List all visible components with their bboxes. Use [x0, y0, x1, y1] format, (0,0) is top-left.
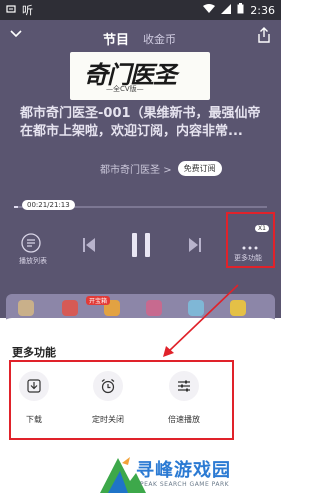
notification-icon	[6, 4, 16, 17]
next-icon	[189, 238, 201, 252]
watermark-text: 寻峰游戏园	[136, 460, 231, 481]
next-button[interactable]	[188, 237, 202, 257]
functions-highlight	[9, 360, 234, 440]
status-time: 2:36	[250, 3, 275, 17]
chevron-down-icon[interactable]	[10, 27, 22, 39]
more-functions-highlight	[226, 212, 275, 268]
pause-icon	[132, 233, 150, 257]
progress-fill	[14, 206, 19, 208]
tab-coins[interactable]: 收金币	[143, 31, 176, 47]
progress-time[interactable]: 00:21/21:13	[22, 200, 75, 210]
share-icon[interactable]	[257, 27, 271, 43]
sheet-title: 更多功能	[12, 346, 56, 359]
album-cover: 奇门医圣 —全CV版—	[70, 52, 210, 100]
status-app-label: 听	[22, 4, 33, 17]
playlist-icon	[21, 233, 41, 253]
status-bar: 听 2:36	[0, 0, 281, 20]
feature-tile[interactable]	[18, 300, 34, 316]
previous-icon	[83, 238, 95, 252]
tab-program[interactable]: 节目	[103, 29, 129, 48]
album-name: 都市奇门医圣	[100, 164, 160, 176]
pause-button[interactable]	[129, 232, 153, 262]
watermark-subtext: PEAK SEARCH GAME PARK	[140, 481, 230, 488]
previous-button[interactable]	[82, 237, 96, 257]
feature-tile[interactable]	[230, 300, 246, 316]
signal-icon	[221, 3, 232, 17]
feature-tile[interactable]	[146, 300, 162, 316]
playlist-button[interactable]	[20, 232, 42, 258]
feature-tile[interactable]	[188, 300, 204, 316]
wifi-icon	[203, 3, 216, 17]
episode-title: 都市奇门医圣-001（果维新书，最强仙帝在都市上架啦，欢迎订阅，内容非常...	[20, 106, 261, 139]
album-row: 都市奇门医圣 > 免费订阅	[100, 159, 222, 177]
player-topbar: 节目 收金币	[0, 25, 281, 49]
subscribe-button[interactable]: 免费订阅	[177, 160, 222, 176]
cover-subtitle: —全CV版—	[106, 85, 144, 93]
battery-icon	[237, 3, 244, 17]
treasure-tag: 开宝箱	[86, 296, 111, 305]
album-name-link[interactable]: 都市奇门医圣 >	[100, 161, 172, 176]
feature-tile[interactable]	[62, 300, 78, 316]
chevron-right-icon: >	[163, 164, 172, 176]
playlist-label: 播放列表	[19, 257, 47, 265]
